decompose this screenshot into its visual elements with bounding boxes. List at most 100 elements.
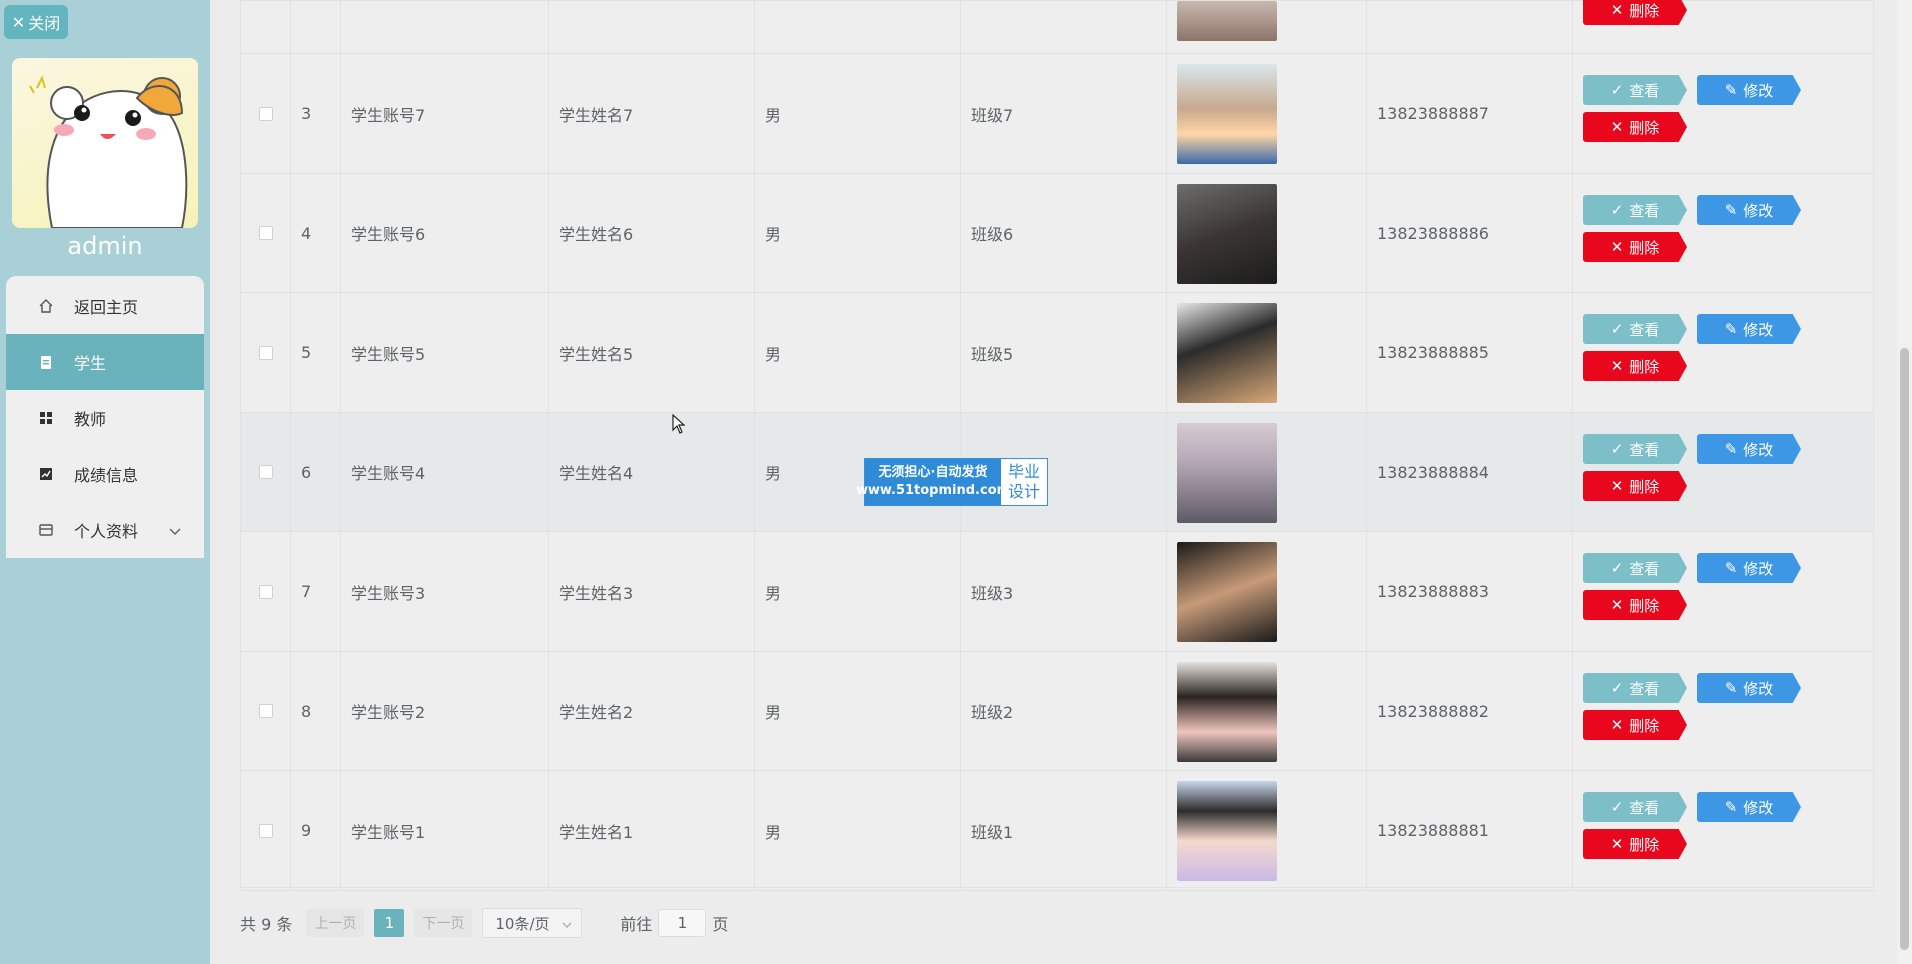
student-account: 学生账号6 xyxy=(341,174,549,292)
row-checkbox[interactable] xyxy=(258,584,273,599)
edit-button[interactable]: ✎ 修改 xyxy=(1697,792,1801,822)
page-size-select[interactable]: 10条/页 xyxy=(482,908,583,938)
delete-button[interactable]: ✕ 删除 xyxy=(1583,710,1687,740)
check-icon: ✓ xyxy=(1610,559,1624,577)
total-count: 共 9 条 xyxy=(240,915,293,934)
row-checkbox[interactable] xyxy=(258,704,273,718)
delete-button[interactable]: ✕ 删除 xyxy=(1583,232,1687,262)
edit-icon: ✎ xyxy=(1724,320,1738,338)
student-class: 班级6 xyxy=(961,174,1167,292)
student-name: 学生姓名5 xyxy=(549,293,755,412)
sidebar-item-profile[interactable]: 个人资料 xyxy=(6,502,204,558)
student-photo xyxy=(1177,1,1277,41)
row-index: 3 xyxy=(291,54,341,173)
close-icon: ✕ xyxy=(1610,118,1624,136)
close-icon: ✕ xyxy=(1610,477,1624,495)
student-gender: 男 xyxy=(755,174,961,292)
edit-button[interactable]: ✎ 修改 xyxy=(1697,553,1801,583)
sidebar-item-home[interactable]: 返回主页 xyxy=(6,278,204,334)
row-checkbox[interactable] xyxy=(258,345,273,360)
student-name: 学生姓名2 xyxy=(549,652,755,770)
scrollbar-thumb[interactable] xyxy=(1900,348,1909,950)
row-checkbox[interactable] xyxy=(258,465,273,479)
goto-suffix: 页 xyxy=(712,915,729,934)
student-phone: 13823888884 xyxy=(1367,413,1573,531)
row-index: 9 xyxy=(291,771,341,890)
delete-button[interactable]: ✕ 删除 xyxy=(1583,351,1687,381)
sidebar-item-label: 返回主页 xyxy=(74,298,139,317)
clipboard-icon xyxy=(38,353,60,371)
edit-button[interactable]: ✎ 修改 xyxy=(1697,434,1801,464)
chart-icon xyxy=(38,465,60,483)
vertical-scrollbar[interactable] xyxy=(1897,0,1912,964)
table-row: 7 学生账号3 学生姓名3 男班级3 13823888883 ✓ 查看 ✎ 修改 ✕ 删除 xyxy=(241,532,1875,652)
edit-icon: ✎ xyxy=(1724,201,1738,219)
view-button[interactable]: ✓ 查看 xyxy=(1583,792,1687,822)
edit-icon: ✎ xyxy=(1724,798,1738,816)
check-icon: ✓ xyxy=(1610,679,1624,697)
view-button[interactable]: ✓ 查看 xyxy=(1583,434,1687,464)
student-phone: 13823888883 xyxy=(1367,532,1573,651)
view-button[interactable]: ✓ 查看 xyxy=(1583,314,1687,344)
mouse-cursor-icon xyxy=(672,413,686,438)
student-class: 班级5 xyxy=(961,293,1167,412)
row-checkbox[interactable] xyxy=(258,823,273,838)
delete-button[interactable]: ✕ 删除 xyxy=(1583,829,1687,859)
watermark-line1: 无须担心·自动发货 xyxy=(878,465,988,480)
view-button[interactable]: ✓ 查看 xyxy=(1583,673,1687,703)
row-checkbox[interactable] xyxy=(258,106,273,121)
row-index: 7 xyxy=(291,532,341,651)
delete-button[interactable]: ✕ 删除 xyxy=(1583,112,1687,142)
sidebar-item-grades[interactable]: 成绩信息 xyxy=(6,446,204,502)
edit-icon: ✎ xyxy=(1724,81,1738,99)
edit-button[interactable]: ✎ 修改 xyxy=(1697,673,1801,703)
sidebar-item-students[interactable]: 学生 xyxy=(6,334,204,390)
edit-button[interactable]: ✎ 修改 xyxy=(1697,75,1801,105)
page-size-value: 10条/页 xyxy=(495,914,550,933)
table-row: 3 学生账号7 学生姓名7 男班级7 13823888887 ✓ 查看 ✎ 修改 ✕ 删除 xyxy=(241,54,1875,174)
close-icon: ✕ xyxy=(1610,716,1624,734)
view-button[interactable]: ✓ 查看 xyxy=(1583,195,1687,225)
goto-page-input[interactable] xyxy=(658,909,707,937)
view-button[interactable]: ✓ 查看 xyxy=(1583,75,1687,105)
student-name: 学生姓名4 xyxy=(549,413,755,531)
student-class: 班级3 xyxy=(961,532,1167,651)
delete-button[interactable]: ✕ 删除 xyxy=(1583,0,1687,25)
student-phone: 13823888882 xyxy=(1367,652,1573,770)
delete-button[interactable]: ✕ 删除 xyxy=(1583,471,1687,501)
delete-button[interactable]: ✕ 删除 xyxy=(1583,590,1687,620)
row-checkbox[interactable] xyxy=(258,226,273,240)
row-index: 6 xyxy=(291,413,341,531)
edit-button[interactable]: ✎ 修改 xyxy=(1697,195,1801,225)
sidebar-item-teachers[interactable]: 教师 xyxy=(6,390,204,446)
username: admin xyxy=(67,232,143,260)
watermark-right2: 设计 xyxy=(1007,482,1040,501)
student-gender: 男 xyxy=(755,54,961,173)
table-row: ✕ 删除 xyxy=(241,0,1875,54)
close-button[interactable]: ✕ 关闭 xyxy=(4,5,68,39)
student-phone: 13823888887 xyxy=(1367,54,1573,173)
student-photo xyxy=(1177,781,1277,881)
edit-button[interactable]: ✎ 修改 xyxy=(1697,314,1801,344)
sidebar-menu: 返回主页 学生 教师 成绩信息 个人资料 xyxy=(6,276,204,558)
close-icon: ✕ xyxy=(1610,357,1624,375)
row-index: 8 xyxy=(291,652,341,770)
close-label: 关闭 xyxy=(28,14,61,33)
close-icon: ✕ xyxy=(11,12,26,32)
row-index: 4 xyxy=(291,174,341,292)
close-icon: ✕ xyxy=(1610,238,1624,256)
student-phone: 13823888885 xyxy=(1367,293,1573,412)
check-icon: ✓ xyxy=(1610,81,1624,99)
student-photo xyxy=(1177,64,1277,164)
prev-page-button[interactable]: 上一页 xyxy=(306,909,365,937)
view-button[interactable]: ✓ 查看 xyxy=(1583,553,1687,583)
student-account: 学生账号3 xyxy=(341,532,549,651)
student-name: 学生姓名7 xyxy=(549,54,755,173)
student-class: 班级1 xyxy=(961,771,1167,890)
student-account: 学生账号2 xyxy=(341,652,549,770)
watermark-line2: www.51topmind.com xyxy=(855,483,1011,498)
check-icon: ✓ xyxy=(1610,320,1624,338)
student-name: 学生姓名1 xyxy=(549,771,755,890)
next-page-button[interactable]: 下一页 xyxy=(414,909,473,937)
page-number-1[interactable]: 1 xyxy=(374,909,405,937)
